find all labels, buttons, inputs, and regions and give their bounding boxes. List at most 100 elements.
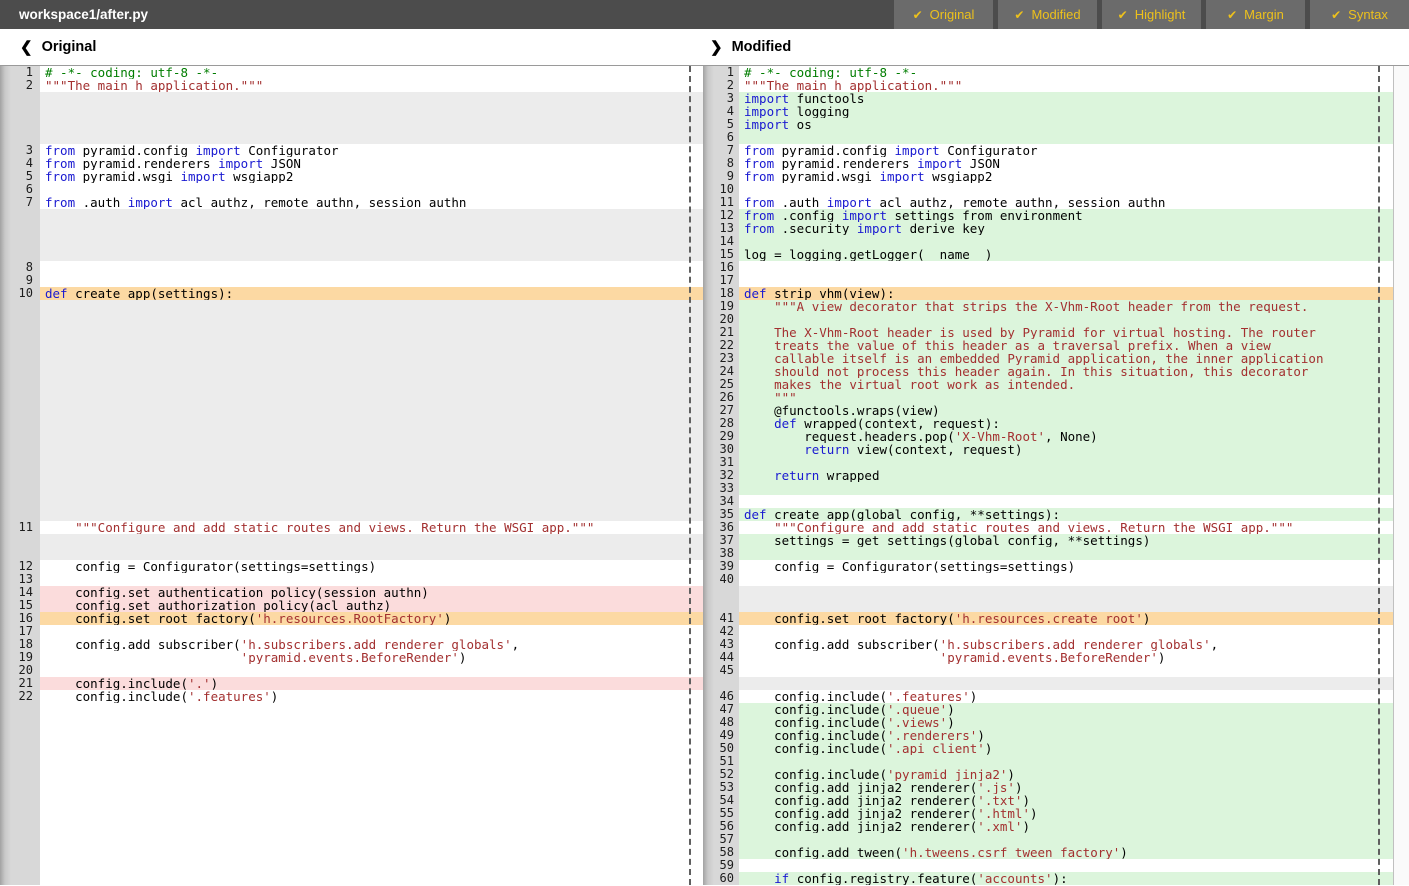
code-line: from pyramid.config import Configurator	[739, 144, 1393, 157]
toggle-original-button[interactable]: ✔Original	[894, 0, 993, 29]
toggle-margin-button[interactable]: ✔Margin	[1206, 0, 1305, 29]
code-line	[739, 482, 1393, 495]
code-line	[739, 183, 1393, 196]
code-row: 54 config.add_jinja2_renderer('.txt')	[703, 794, 1393, 807]
code-row: 18 config.add_subscriber('h.subscribers.…	[0, 638, 703, 651]
pane-header-original[interactable]: ❮ Original	[20, 29, 96, 65]
code-line: import os	[739, 118, 1393, 131]
code-row: 8from pyramid.renderers import JSON	[703, 157, 1393, 170]
pane-header-modified[interactable]: ❯ Modified	[710, 29, 791, 65]
code-line	[40, 248, 703, 261]
code-row	[0, 339, 703, 352]
code-row: 11 """Configure and add static routes an…	[0, 521, 703, 534]
code-line	[739, 274, 1393, 287]
code-row: 22 treats the value of this header as a …	[703, 339, 1393, 352]
code-line: should not process this header again. In…	[739, 365, 1393, 378]
code-line	[40, 352, 703, 365]
code-line	[739, 664, 1393, 677]
code-line: makes the virtual root work as intended.	[739, 378, 1393, 391]
scrollbar-track[interactable]	[1393, 66, 1409, 885]
code-line	[739, 586, 1393, 599]
code-row: 11from .auth import acl_authz, remote_au…	[703, 196, 1393, 209]
code-row: 3import functools	[703, 92, 1393, 105]
code-row: 57	[703, 833, 1393, 846]
code-row: 23 callable itself is an embedded Pyrami…	[703, 352, 1393, 365]
code-row	[0, 495, 703, 508]
code-row	[0, 469, 703, 482]
line-number	[0, 768, 40, 781]
line-number	[0, 781, 40, 794]
line-number: 10	[0, 287, 40, 300]
code-line	[739, 755, 1393, 768]
code-row	[0, 404, 703, 417]
code-line: settings = get_settings(global_config, *…	[739, 534, 1393, 547]
code-line: config.include('.api_client')	[739, 742, 1393, 755]
code-line	[40, 495, 703, 508]
line-number	[0, 313, 40, 326]
code-row	[0, 534, 703, 547]
line-number	[0, 131, 40, 144]
line-number	[0, 326, 40, 339]
code-line: log = logging.getLogger(__name__)	[739, 248, 1393, 261]
code-row	[0, 222, 703, 235]
toggle-syntax-button[interactable]: ✔Syntax	[1310, 0, 1409, 29]
line-number	[0, 742, 40, 755]
code-row: 16 config.set_root_factory('h.resources.…	[0, 612, 703, 625]
code-line	[40, 391, 703, 404]
code-line: @functools.wraps(view)	[739, 404, 1393, 417]
check-icon: ✔	[1118, 8, 1128, 22]
toggle-button-label: Original	[930, 7, 975, 22]
code-row: 21 The X-Vhm-Root header is used by Pyra…	[703, 326, 1393, 339]
code-row: 13from .security import derive_key	[703, 222, 1393, 235]
toggle-button-label: Margin	[1244, 7, 1284, 22]
line-number	[0, 872, 40, 885]
code-line: config.add_jinja2_renderer('.js')	[739, 781, 1393, 794]
code-line: from pyramid.wsgi import wsgiapp2	[40, 170, 703, 183]
toggle-modified-button[interactable]: ✔Modified	[998, 0, 1097, 29]
code-line	[40, 222, 703, 235]
code-row: 1# -*- coding: utf-8 -*-	[0, 66, 703, 79]
code-line	[40, 703, 703, 716]
code-row	[0, 456, 703, 469]
code-line	[40, 339, 703, 352]
code-line	[40, 794, 703, 807]
code-row	[0, 508, 703, 521]
code-row: 47 config.include('.queue')	[703, 703, 1393, 716]
code-row: 19 """A view decorator that strips the X…	[703, 300, 1393, 313]
code-line	[739, 261, 1393, 274]
code-line: config.add_subscriber('h.subscribers.add…	[40, 638, 703, 651]
line-number	[0, 417, 40, 430]
code-row	[0, 443, 703, 456]
code-row: 2"""The main h application."""	[0, 79, 703, 92]
code-row: 3from pyramid.config import Configurator	[0, 144, 703, 157]
line-number	[0, 235, 40, 248]
code-row: 15log = logging.getLogger(__name__)	[703, 248, 1393, 261]
code-line	[40, 820, 703, 833]
line-number	[0, 118, 40, 131]
code-line: def create_app(global_config, **settings…	[739, 508, 1393, 521]
code-row	[703, 599, 1393, 612]
diff-view: 1# -*- coding: utf-8 -*-2"""The main h a…	[0, 66, 1409, 886]
code-line	[40, 417, 703, 430]
code-line	[40, 716, 703, 729]
code-line	[40, 430, 703, 443]
code-line: config.include('.queue')	[739, 703, 1393, 716]
margin-line	[1378, 66, 1380, 885]
toggle-highlight-button[interactable]: ✔ Highlight	[1102, 0, 1201, 29]
code-line: config.add_tween('h.tweens.csrf_tween_fa…	[739, 846, 1393, 859]
code-line	[40, 300, 703, 313]
code-line: from pyramid.renderers import JSON	[40, 157, 703, 170]
line-number	[0, 833, 40, 846]
code-line: def strip_vhm(view):	[739, 287, 1393, 300]
code-row: 41 config.set_root_factory('h.resources.…	[703, 612, 1393, 625]
code-row: 60 if config.registry.feature('accounts'…	[703, 872, 1393, 885]
check-icon: ✔	[1331, 8, 1341, 22]
code-line: config.include('.features')	[739, 690, 1393, 703]
toggle-button-label: Highlight	[1135, 7, 1186, 22]
line-number	[0, 846, 40, 859]
code-row	[0, 807, 703, 820]
code-line	[739, 235, 1393, 248]
line-number: 4	[0, 157, 40, 170]
window-title: workspace1/after.py	[0, 0, 889, 29]
code-line	[40, 443, 703, 456]
